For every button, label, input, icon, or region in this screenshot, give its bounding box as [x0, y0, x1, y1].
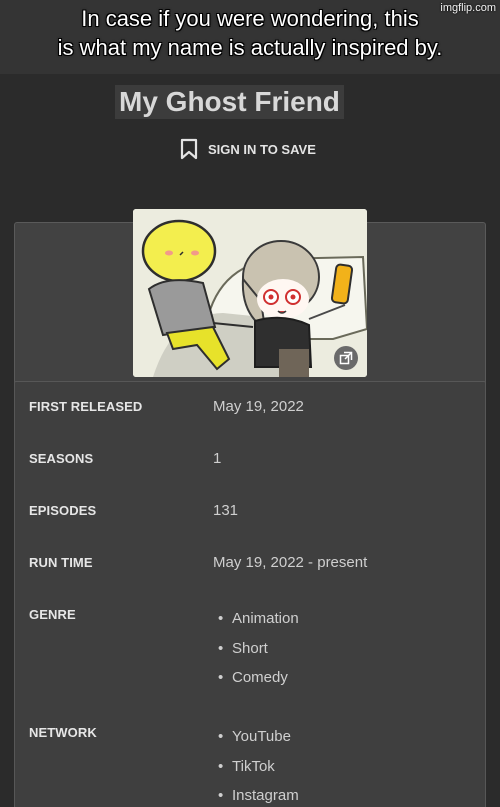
- list-item: TikTok: [218, 752, 299, 782]
- network-label: NETWORK: [29, 725, 97, 740]
- first-released-label: FIRST RELEASED: [29, 399, 143, 414]
- list-item: Comedy: [218, 663, 299, 693]
- network-list: YouTube TikTok Instagram: [218, 722, 299, 807]
- show-page: My Ghost Friend SIGN IN TO SAVE FIRST RE…: [0, 74, 500, 807]
- first-released-value: May 19, 2022: [213, 398, 304, 415]
- show-poster[interactable]: [133, 209, 367, 377]
- show-title: My Ghost Friend: [115, 85, 344, 119]
- sign-in-to-save-label: SIGN IN TO SAVE: [208, 141, 316, 157]
- list-item: YouTube: [218, 722, 299, 752]
- imgflip-watermark: imgflip.com: [440, 2, 496, 14]
- bookmark-icon: [180, 138, 198, 160]
- run-time-value: May 19, 2022 - present: [213, 554, 368, 571]
- meme-caption: In case if you were wondering, this is w…: [57, 6, 443, 60]
- list-item: Short: [218, 634, 299, 664]
- seasons-label: SEASONS: [29, 451, 94, 466]
- list-item: Instagram: [218, 781, 299, 807]
- sign-in-to-save-button[interactable]: SIGN IN TO SAVE: [180, 138, 316, 160]
- show-details-panel: FIRST RELEASED May 19, 2022 SEASONS 1 EP…: [14, 381, 486, 807]
- list-item: Animation: [218, 604, 299, 634]
- expand-icon[interactable]: [334, 346, 358, 370]
- genre-list: Animation Short Comedy: [218, 604, 299, 693]
- genre-label: GENRE: [29, 607, 76, 622]
- episodes-value: 131: [213, 502, 239, 519]
- run-time-label: RUN TIME: [29, 555, 93, 570]
- seasons-value: 1: [213, 450, 222, 467]
- episodes-label: EPISODES: [29, 503, 97, 518]
